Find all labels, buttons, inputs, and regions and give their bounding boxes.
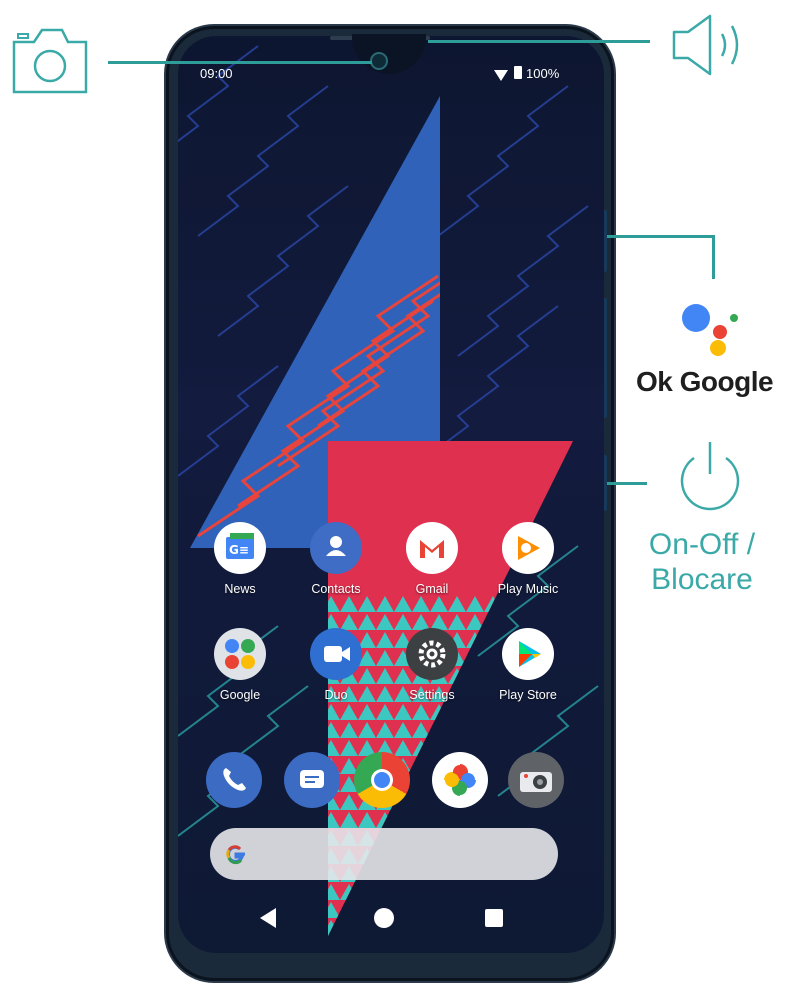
play-music-icon <box>502 522 554 574</box>
news-icon: G≡ <box>214 522 266 574</box>
app-settings[interactable]: Settings <box>384 628 480 702</box>
duo-icon <box>310 628 362 680</box>
app-label: News <box>224 582 256 596</box>
app-play-music[interactable]: Play Music <box>480 522 576 596</box>
power-icon <box>672 436 748 517</box>
ok-google-label: Ok Google <box>636 366 774 397</box>
chrome-icon[interactable] <box>354 752 410 808</box>
app-label: Google <box>219 688 261 702</box>
app-label: Contacts <box>311 582 361 596</box>
home-screen <box>178 36 604 953</box>
power-label-line1: On-Off / <box>648 528 756 561</box>
power-label: On-Off / Blocare <box>622 528 782 597</box>
wallpaper <box>178 45 599 936</box>
camera-app-icon[interactable] <box>508 752 564 808</box>
front-camera <box>370 52 388 70</box>
home-icon[interactable] <box>374 908 394 928</box>
assistant-callout-line <box>607 235 715 238</box>
app-google-folder[interactable]: Google <box>192 628 288 702</box>
back-icon[interactable] <box>260 908 278 933</box>
gear-icon <box>406 628 458 680</box>
app-label: Settings <box>409 688 455 702</box>
app-label: Play Store <box>499 688 557 702</box>
power-label-line2: Blocare <box>651 562 753 596</box>
app-duo[interactable]: Duo <box>288 628 384 702</box>
wifi-icon <box>494 68 508 86</box>
battery-percent: 100% <box>526 66 560 81</box>
camera-icon <box>10 24 90 101</box>
recents-icon[interactable] <box>485 909 503 927</box>
google-g-icon <box>226 845 245 865</box>
power-callout-line <box>607 482 647 485</box>
google-assistant-icon <box>676 300 746 365</box>
google-search-bar[interactable] <box>210 828 558 880</box>
app-play-store[interactable]: Play Store <box>480 628 576 702</box>
app-gmail[interactable]: Gmail <box>384 522 480 596</box>
status-time: 09:00 <box>200 66 233 81</box>
messages-icon[interactable] <box>284 752 340 808</box>
speaker-icon <box>670 12 752 83</box>
app-label: Duo <box>324 688 348 702</box>
app-contacts[interactable]: Contacts <box>288 522 384 596</box>
play-store-icon <box>502 628 554 680</box>
gmail-icon <box>406 522 458 574</box>
app-news[interactable]: G≡ News <box>192 522 288 596</box>
contacts-icon <box>310 522 362 574</box>
speaker-callout-line <box>428 40 650 43</box>
phone-icon[interactable] <box>206 752 262 808</box>
app-label: Play Music <box>497 582 559 596</box>
photos-icon[interactable] <box>432 752 488 808</box>
google-folder-icon <box>214 628 266 680</box>
app-label: Gmail <box>415 582 449 596</box>
svg-text:G≡: G≡ <box>229 543 249 557</box>
camera-callout-line <box>108 61 372 64</box>
assistant-callout-line-vertical <box>712 235 715 279</box>
battery-icon <box>514 66 522 79</box>
